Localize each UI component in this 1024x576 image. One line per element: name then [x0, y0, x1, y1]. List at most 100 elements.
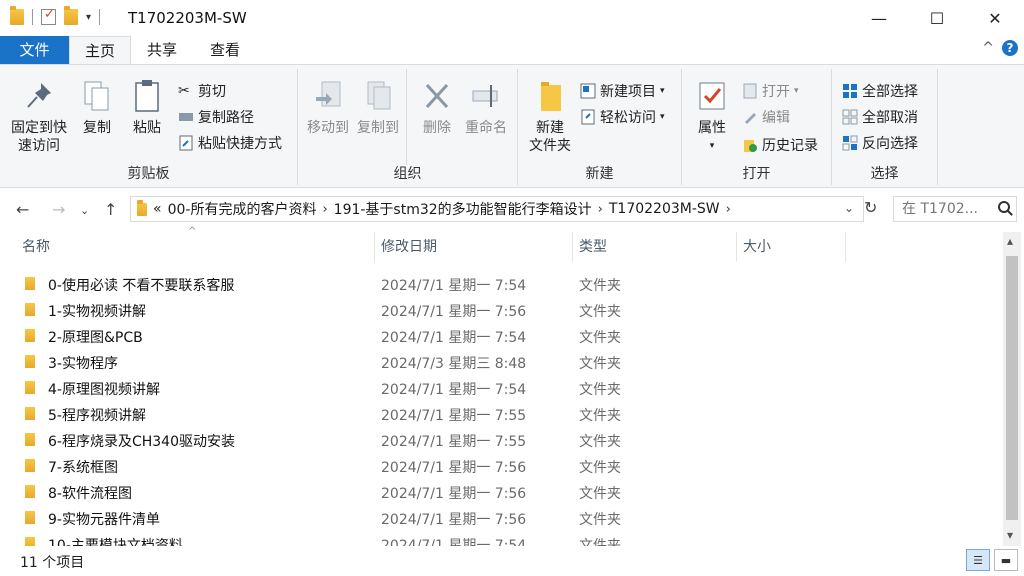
history-button[interactable]: 历史记录: [742, 135, 818, 155]
address-bar[interactable]: « 00-所有完成的客户资料 › 191-基于stm32的多功能智能行李箱设计 …: [130, 196, 864, 222]
table-row[interactable]: 7-系统框图 2024/7/1 星期一 7:56 文件夹: [0, 452, 1000, 478]
pin-quick-access-button[interactable]: 固定到快 速访问: [6, 75, 72, 155]
edit-button[interactable]: 编辑: [742, 107, 790, 127]
table-row[interactable]: 2-原理图&PCB 2024/7/1 星期一 7:54 文件夹: [0, 322, 1000, 348]
delete-button[interactable]: 删除: [414, 75, 460, 137]
file-date: 2024/7/1 星期一 7:55: [381, 408, 527, 424]
help-icon[interactable]: ?: [1002, 40, 1018, 56]
delete-x-icon: [421, 79, 453, 113]
column-header-type[interactable]: 类型: [579, 232, 607, 262]
file-name: 6-程序烧录及CH340驱动安装: [48, 434, 235, 450]
forward-arrow-icon[interactable]: →: [52, 200, 65, 219]
history-label: 历史记录: [762, 138, 818, 154]
file-type: 文件夹: [579, 278, 621, 294]
new-folder-button[interactable]: 新建 文件夹: [524, 75, 576, 155]
maximize-button[interactable]: ☐: [908, 0, 966, 36]
tab-file[interactable]: 文件: [0, 36, 69, 64]
file-name: 2-原理图&PCB: [48, 330, 143, 346]
file-type: 文件夹: [579, 330, 621, 346]
back-arrow-icon[interactable]: ←: [16, 200, 29, 219]
customize-toolbar-chevron-down-icon[interactable]: ▾: [86, 12, 91, 23]
copy-button[interactable]: 复制: [78, 75, 116, 137]
open-button[interactable]: 打开 ▾: [742, 81, 799, 101]
cut-button[interactable]: ✂ 剪切: [178, 81, 226, 101]
breadcrumb-overflow[interactable]: «: [153, 201, 162, 217]
breadcrumb-chevron-right-icon[interactable]: ›: [322, 202, 327, 217]
table-row[interactable]: 8-软件流程图 2024/7/1 星期一 7:56 文件夹: [0, 478, 1000, 504]
column-header-size[interactable]: 大小: [743, 232, 771, 262]
file-date: 2024/7/1 星期一 7:54: [381, 538, 527, 546]
column-header-name[interactable]: 名称: [22, 232, 50, 262]
file-type: 文件夹: [579, 408, 621, 424]
rename-button[interactable]: 重命名: [462, 75, 510, 137]
table-row[interactable]: 5-程序视频讲解 2024/7/1 星期一 7:55 文件夹: [0, 400, 1000, 426]
paste-button[interactable]: 粘贴: [124, 75, 170, 137]
edit-pencil-icon: [742, 109, 758, 125]
vertical-scrollbar[interactable]: ▴ ▾: [1003, 232, 1021, 546]
collapse-ribbon-chevron-up-icon[interactable]: ^: [982, 40, 994, 56]
ribbon-help-area: ^ ?: [982, 40, 1018, 56]
properties-check-icon: [696, 79, 728, 113]
ribbon-tabs: 文件 主页 共享 查看: [0, 36, 1024, 65]
breadcrumb-chevron-right-icon[interactable]: ›: [726, 202, 731, 217]
select-all-button[interactable]: 全部选择: [842, 81, 918, 101]
minimize-button[interactable]: —: [850, 0, 908, 36]
breadcrumb-item[interactable]: T1702203M-SW: [609, 201, 720, 217]
column-divider[interactable]: [736, 232, 737, 262]
recent-locations-chevron-down-icon[interactable]: ⌄: [80, 204, 89, 217]
easy-access-button[interactable]: 轻松访问 ▾: [580, 107, 665, 127]
folder-icon: [25, 459, 35, 472]
new-item-button[interactable]: 新建项目 ▾: [580, 81, 665, 101]
scrollbar-thumb[interactable]: [1006, 256, 1018, 520]
scroll-down-chevron-icon[interactable]: ▾: [1007, 528, 1013, 542]
select-all-label: 全部选择: [862, 84, 918, 100]
table-row[interactable]: 3-实物程序 2024/7/3 星期三 8:48 文件夹: [0, 348, 1000, 374]
table-row[interactable]: 4-原理图视频讲解 2024/7/1 星期一 7:54 文件夹: [0, 374, 1000, 400]
new-folder-icon: [534, 79, 566, 113]
tab-home[interactable]: 主页: [69, 36, 131, 65]
tab-view[interactable]: 查看: [200, 36, 250, 64]
file-date: 2024/7/1 星期一 7:56: [381, 486, 527, 502]
column-divider[interactable]: [374, 232, 375, 262]
details-view-icon[interactable]: ☰: [966, 549, 990, 571]
cut-label: 剪切: [198, 84, 226, 100]
properties-icon[interactable]: [41, 7, 56, 25]
breadcrumb-chevron-right-icon[interactable]: ›: [598, 202, 603, 217]
file-date: 2024/7/1 星期一 7:54: [381, 278, 527, 294]
delete-label: 删除: [423, 120, 451, 136]
table-row[interactable]: 1-实物视频讲解 2024/7/1 星期一 7:56 文件夹: [0, 296, 1000, 322]
address-history-chevron-down-icon[interactable]: ⌄: [844, 201, 854, 215]
folder-icon: [25, 303, 35, 316]
copy-path-button[interactable]: 复制路径: [178, 107, 254, 127]
breadcrumb-item[interactable]: 191-基于stm32的多功能智能行李箱设计: [334, 199, 592, 219]
file-name: 4-原理图视频讲解: [48, 382, 160, 398]
move-to-button[interactable]: 移动到: [304, 75, 352, 137]
window-controls: — ☐ ✕: [850, 0, 1024, 36]
properties-button[interactable]: 属性 ▾: [688, 75, 736, 155]
paste-shortcut-button[interactable]: 粘贴快捷方式: [178, 133, 282, 153]
scroll-up-chevron-icon[interactable]: ▴: [1007, 234, 1013, 248]
new-folder-icon[interactable]: [64, 6, 78, 25]
tab-share[interactable]: 共享: [137, 36, 187, 64]
file-name: 10-主要模块文档资料: [48, 538, 183, 546]
invert-selection-button[interactable]: 反向选择: [842, 133, 918, 153]
select-none-label: 全部取消: [862, 110, 918, 126]
copy-to-button[interactable]: 复制到: [354, 75, 402, 137]
column-header-date[interactable]: 修改日期: [381, 232, 437, 262]
close-button[interactable]: ✕: [966, 0, 1024, 36]
large-icons-view-icon[interactable]: ▬: [994, 549, 1018, 571]
table-row[interactable]: 0-使用必读 不看不要联系客服 2024/7/1 星期一 7:54 文件夹: [0, 270, 1000, 296]
breadcrumb-item[interactable]: 00-所有完成的客户资料: [168, 199, 317, 219]
copy-icon: [81, 79, 113, 113]
table-row[interactable]: 9-实物元器件清单 2024/7/1 星期一 7:56 文件夹: [0, 504, 1000, 530]
table-row[interactable]: 6-程序烧录及CH340驱动安装 2024/7/1 星期一 7:55 文件夹: [0, 426, 1000, 452]
column-divider[interactable]: [572, 232, 573, 262]
refresh-icon[interactable]: ↻: [864, 198, 877, 217]
table-row[interactable]: 10-主要模块文档资料 2024/7/1 星期一 7:54 文件夹: [0, 530, 1000, 546]
up-arrow-icon[interactable]: ↑: [104, 200, 117, 219]
select-none-button[interactable]: 全部取消: [842, 107, 918, 127]
column-divider[interactable]: [845, 232, 846, 262]
new-group: 新建 文件夹 新建项目 ▾ 轻松访问 ▾ 新建: [518, 69, 682, 185]
search-input[interactable]: 在 T1702...: [893, 196, 1017, 222]
easy-access-label: 轻松访问: [600, 110, 656, 126]
